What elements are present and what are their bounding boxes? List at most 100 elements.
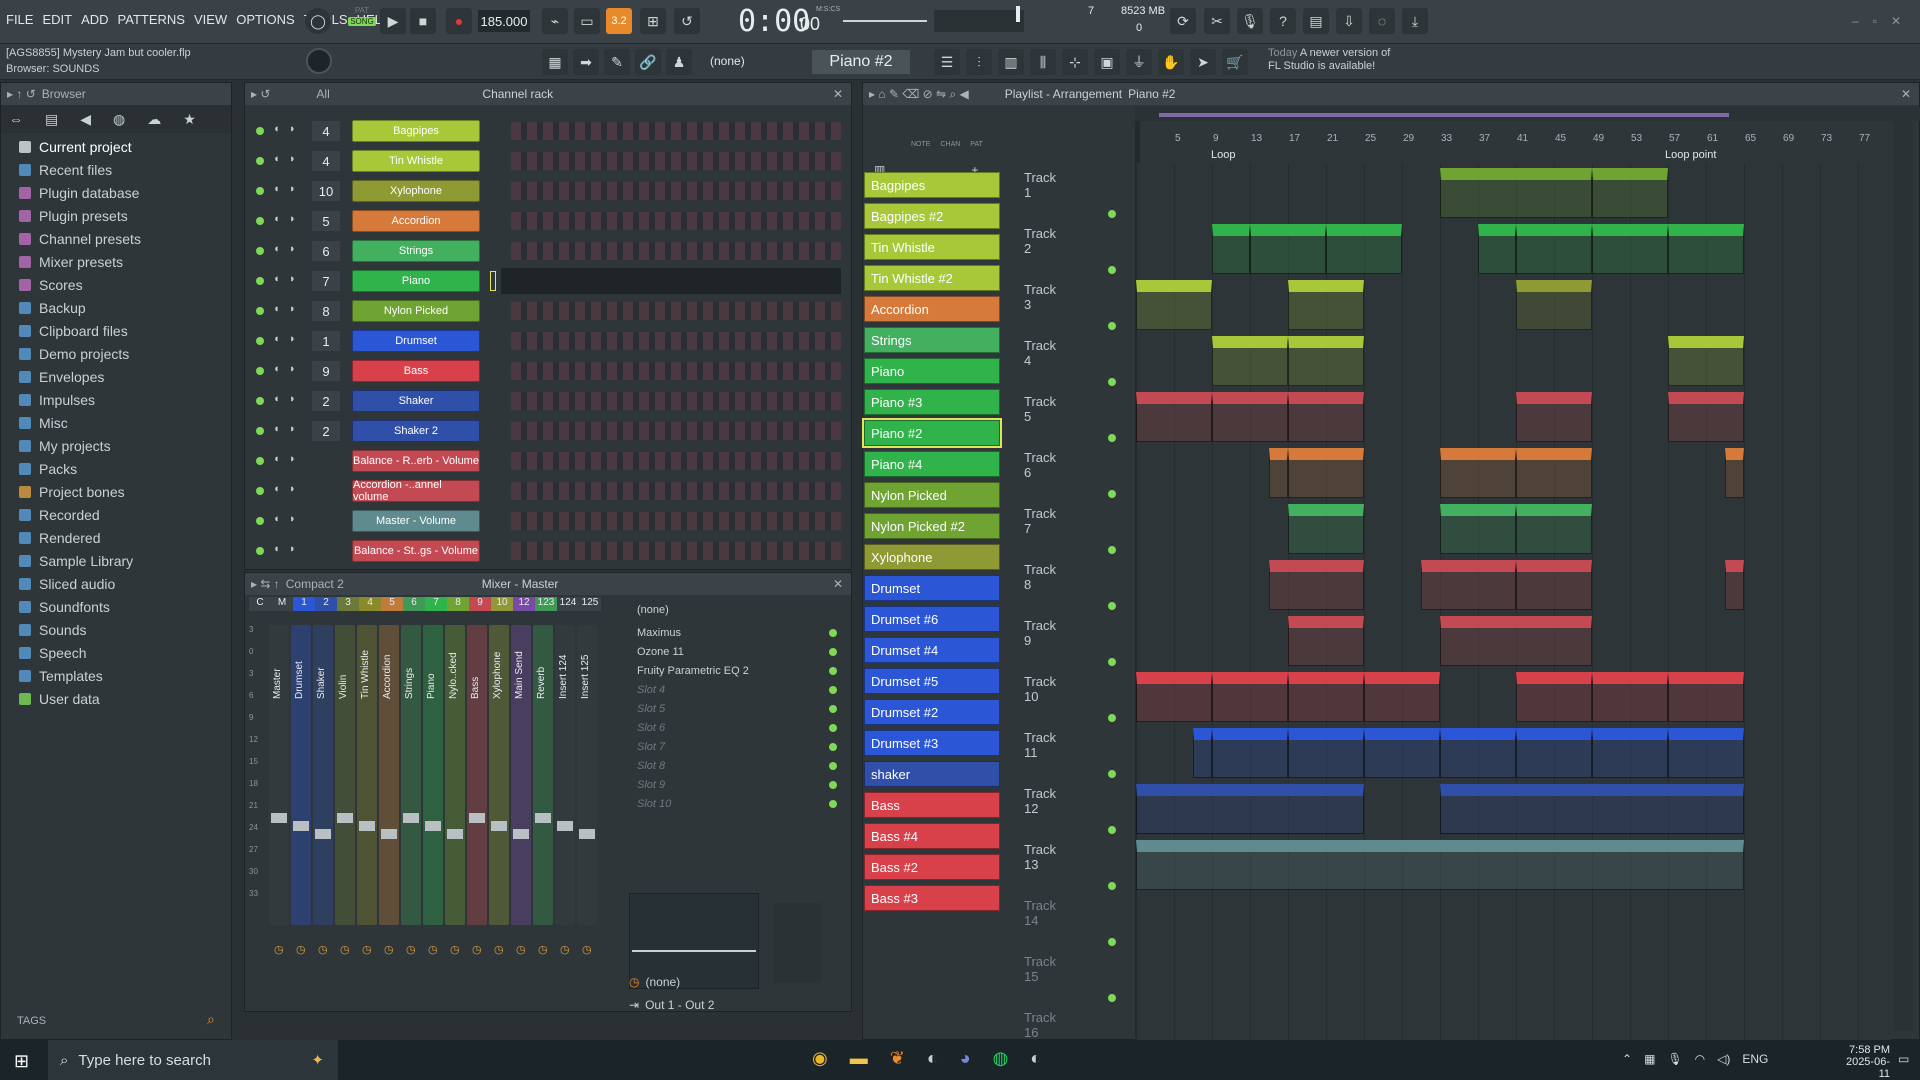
browser-item-clipboard-files[interactable]: Clipboard files bbox=[1, 319, 231, 342]
volume-knob-icon[interactable]: ◗ bbox=[289, 423, 296, 435]
channel-button[interactable]: Tin Whistle bbox=[352, 150, 480, 172]
playlist-clip[interactable]: Drumset #4 bbox=[1364, 728, 1440, 778]
browser-item-templates[interactable]: Templates bbox=[1, 664, 231, 687]
playlist-clip[interactable] bbox=[1269, 448, 1288, 498]
fader-handle[interactable] bbox=[293, 821, 309, 831]
picker-tab-note[interactable]: NOTE bbox=[911, 141, 930, 155]
channel-button[interactable]: Master - Volume bbox=[352, 510, 480, 532]
send-knob-icon[interactable]: ◷ bbox=[428, 943, 438, 956]
track-mute-led[interactable] bbox=[1108, 378, 1116, 386]
send-knob-icon[interactable]: ◷ bbox=[384, 943, 394, 956]
track-header[interactable]: Track 3 bbox=[1024, 282, 1056, 312]
slot-enable-led[interactable] bbox=[829, 799, 837, 808]
slot-enable-led[interactable] bbox=[829, 742, 837, 751]
browser-item-project-bones[interactable]: Project bones bbox=[1, 480, 231, 503]
menu-view[interactable]: VIEW bbox=[194, 12, 227, 27]
file-explorer-icon[interactable]: ▬ bbox=[850, 1048, 868, 1069]
playlist-clip[interactable]: Tin Whistle #2 bbox=[1136, 280, 1212, 330]
channel-button[interactable]: Shaker bbox=[352, 390, 480, 412]
mixer-route-number[interactable]: 2 bbox=[312, 421, 340, 441]
step-buttons[interactable] bbox=[511, 422, 841, 440]
volume-knob-icon[interactable]: ◗ bbox=[289, 153, 296, 165]
step-buttons[interactable] bbox=[511, 452, 841, 470]
mixer-route-number[interactable]: 10 bbox=[312, 181, 340, 201]
browser-item-soundfonts[interactable]: Soundfonts bbox=[1, 595, 231, 618]
piano-roll-preview[interactable] bbox=[501, 268, 841, 294]
track-header[interactable]: Track 14 bbox=[1024, 898, 1056, 928]
slot-enable-led[interactable] bbox=[829, 666, 837, 675]
mixer-route-number[interactable]: 2 bbox=[312, 391, 340, 411]
slot-enable-led[interactable] bbox=[829, 704, 837, 713]
plugin-picker-icon[interactable]: ⊹ bbox=[1062, 49, 1088, 75]
download-icon[interactable]: ⤓ bbox=[1402, 8, 1428, 34]
playlist-clip[interactable]: Balan..olume bbox=[1516, 392, 1592, 442]
chevron-up-icon[interactable]: ⌃ bbox=[1622, 1052, 1632, 1066]
pan-knob-icon[interactable]: ◖ bbox=[273, 243, 280, 255]
pan-knob-icon[interactable]: ◖ bbox=[273, 303, 280, 315]
track-mute-led[interactable] bbox=[1108, 210, 1116, 218]
shop-icon[interactable]: 🛒 bbox=[1222, 49, 1248, 75]
wait-icon[interactable]: ▭ bbox=[574, 8, 600, 34]
insert-slot[interactable]: Slot 9 bbox=[629, 775, 847, 794]
channel-button[interactable]: Balance - St..gs - Volume bbox=[352, 540, 480, 562]
playlist-clip[interactable] bbox=[1193, 728, 1212, 778]
track-mute-led[interactable] bbox=[1108, 546, 1116, 554]
pattern-item[interactable]: Bass #4 bbox=[864, 823, 1000, 849]
pan-knob-icon[interactable]: ◖ bbox=[273, 213, 280, 225]
step-snap-button[interactable]: 3.2 bbox=[606, 8, 632, 34]
network-icon[interactable]: ▦ bbox=[1644, 1052, 1655, 1066]
send-knob-icon[interactable]: ◷ bbox=[472, 943, 482, 956]
wifi-icon[interactable]: ◠ bbox=[1695, 1052, 1705, 1066]
playlist-clip[interactable]: Accor..olume bbox=[1516, 560, 1592, 610]
slot-enable-led[interactable] bbox=[829, 628, 837, 637]
pattern-item[interactable]: Drumset #2 bbox=[864, 699, 1000, 725]
pan-knob-icon[interactable]: ◖ bbox=[273, 393, 280, 405]
mixer-route-number[interactable]: 8 bbox=[312, 301, 340, 321]
track-mute-led[interactable] bbox=[1108, 266, 1116, 274]
insert-preset-select[interactable]: (none) bbox=[629, 597, 847, 623]
send-knob-icon[interactable]: ◷ bbox=[450, 943, 460, 956]
brush-icon[interactable]: ✎ bbox=[604, 49, 630, 75]
mute-led[interactable] bbox=[256, 517, 264, 525]
pattern-item[interactable]: Nylon Picked #2 bbox=[864, 513, 1000, 539]
pattern-item[interactable]: Piano #3 bbox=[864, 389, 1000, 415]
minimize-icon[interactable]: – bbox=[1852, 14, 1859, 28]
menu-edit[interactable]: EDIT bbox=[42, 12, 72, 27]
fl-studio-icon[interactable]: ❦ bbox=[890, 1048, 905, 1069]
project-browser-icon[interactable]: ▣ bbox=[1094, 49, 1120, 75]
snap-select[interactable]: (none) bbox=[710, 54, 745, 68]
mixer-route-number[interactable]: 6 bbox=[312, 241, 340, 261]
step-buttons[interactable] bbox=[511, 362, 841, 380]
browser-item-sounds[interactable]: Sounds bbox=[1, 618, 231, 641]
step-buttons[interactable] bbox=[511, 542, 841, 560]
playlist-clip[interactable]: Drumset #2 bbox=[1668, 728, 1744, 778]
files-tab-icon[interactable]: ▤ bbox=[45, 111, 58, 128]
mute-led[interactable] bbox=[256, 487, 264, 495]
playlist-clip[interactable]: Bass bbox=[1212, 672, 1288, 722]
pan-knob-icon[interactable]: ◖ bbox=[273, 513, 280, 525]
fader-handle[interactable] bbox=[513, 829, 529, 839]
playlist-clip[interactable]: Drumset bbox=[1516, 728, 1592, 778]
mute-led[interactable] bbox=[256, 127, 264, 135]
playlist-clip[interactable]: Piano bbox=[1668, 224, 1744, 274]
pattern-selector[interactable]: Piano #2 bbox=[812, 50, 910, 74]
mixer-route-number[interactable]: 4 bbox=[312, 121, 340, 141]
browser-item-envelopes[interactable]: Envelopes bbox=[1, 365, 231, 388]
browser-item-demo-projects[interactable]: Demo projects bbox=[1, 342, 231, 365]
pan-knob-icon[interactable]: ◖ bbox=[273, 363, 280, 375]
playlist-clip[interactable]: Balan..olume bbox=[1288, 392, 1364, 442]
track-header[interactable]: Track 15 bbox=[1024, 954, 1056, 984]
step-buttons[interactable] bbox=[511, 512, 841, 530]
pattern-item[interactable]: Drumset #5 bbox=[864, 668, 1000, 694]
news-panel[interactable]: Today A newer version of FL Studio is av… bbox=[1268, 47, 1398, 73]
volume-knob-icon[interactable]: ◗ bbox=[289, 453, 296, 465]
discord-icon[interactable]: ◕ bbox=[960, 1048, 971, 1069]
volume-knob-icon[interactable]: ◗ bbox=[289, 543, 296, 555]
volume-knob-icon[interactable]: ◗ bbox=[289, 213, 296, 225]
export-icon[interactable]: ⇩ bbox=[1336, 8, 1362, 34]
picker-tab-chan[interactable]: CHAN bbox=[940, 141, 960, 155]
picker-tab-pat[interactable]: PAT bbox=[970, 141, 983, 155]
pattern-item[interactable]: Bass #2 bbox=[864, 854, 1000, 880]
steam-icon[interactable]: ◐ bbox=[927, 1048, 938, 1069]
channel-button[interactable]: Drumset bbox=[352, 330, 480, 352]
